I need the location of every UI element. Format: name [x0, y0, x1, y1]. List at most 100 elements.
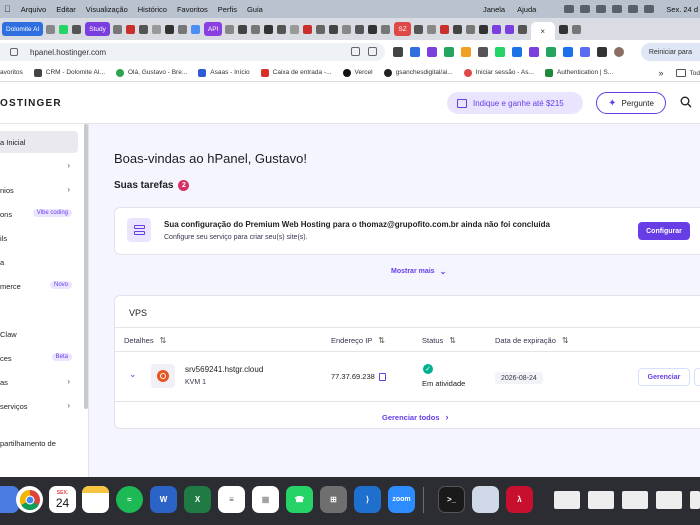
- freeform-icon[interactable]: ▦: [252, 486, 279, 513]
- tab-favicon[interactable]: [251, 24, 261, 34]
- tab-favicon[interactable]: [59, 24, 69, 34]
- minimized-window-thumbnail[interactable]: [554, 491, 580, 509]
- tab-favicon[interactable]: [177, 24, 187, 34]
- bookmark-item[interactable]: Caixa de entrada -...: [260, 68, 332, 77]
- menu-perfis[interactable]: Perfis: [218, 5, 237, 14]
- tab-favicon[interactable]: [465, 24, 475, 34]
- tab-favicon[interactable]: [355, 24, 365, 34]
- tab-favicon[interactable]: [190, 24, 200, 34]
- sidebar-item-vps[interactable]: a: [0, 251, 78, 273]
- menu-visualizacao[interactable]: Visualização: [86, 5, 128, 14]
- tab-favicon[interactable]: [517, 24, 527, 34]
- bookmarks-overflow-button[interactable]: »: [659, 68, 664, 78]
- tab-favicon[interactable]: [426, 24, 436, 34]
- menu-arquivo[interactable]: Arquivo: [21, 5, 46, 14]
- sort-icon[interactable]: ⇅: [378, 336, 385, 345]
- column-header-status[interactable]: Status ⇅: [422, 336, 456, 345]
- tab-api[interactable]: API: [203, 22, 223, 36]
- tab-favicon[interactable]: [225, 24, 235, 34]
- tab-favicon[interactable]: [46, 24, 56, 34]
- minimized-window-thumbnail[interactable]: [622, 491, 648, 509]
- bookmark-item[interactable]: Asaas - Início: [198, 68, 250, 77]
- ask-ai-button[interactable]: ✦ Pergunte: [596, 92, 666, 114]
- status-app-icon[interactable]: [564, 5, 575, 13]
- column-header-expiry[interactable]: Data de expiração ⇅: [495, 336, 569, 345]
- tab-favicon[interactable]: [452, 24, 462, 34]
- address-bar[interactable]: hpanel.hostinger.com: [0, 43, 385, 61]
- zoom-icon[interactable]: zoom: [388, 486, 415, 513]
- apple-menu-icon[interactable]: : [4, 4, 11, 14]
- sort-icon[interactable]: ⇅: [160, 336, 167, 345]
- tab-favicon[interactable]: [290, 24, 300, 34]
- tab-favicon[interactable]: [342, 24, 352, 34]
- column-header-details[interactable]: Detalhes ⇅: [124, 336, 166, 345]
- bookmark-item[interactable]: Authentication | S...: [544, 68, 613, 77]
- sidebar-item-home[interactable]: a Inicial: [0, 131, 78, 153]
- search-icon[interactable]: [628, 5, 639, 13]
- extension-icon[interactable]: [478, 47, 488, 57]
- all-bookmarks-label[interactable]: Tod: [690, 70, 700, 77]
- configure-button[interactable]: Configurar: [638, 222, 690, 240]
- bookmark-item[interactable]: avoritos: [0, 69, 23, 77]
- show-more-button[interactable]: Mostrar mais ⌄: [391, 267, 446, 276]
- tab-favicon[interactable]: [381, 24, 391, 34]
- sort-icon[interactable]: ⇅: [562, 336, 569, 345]
- tab-favicon[interactable]: [329, 24, 339, 34]
- bookmark-star-icon[interactable]: [368, 47, 377, 56]
- minimized-window-thumbnail[interactable]: [656, 491, 682, 509]
- excel-icon[interactable]: X: [184, 486, 211, 513]
- sidebar-item-domains[interactable]: nios ›: [0, 179, 78, 201]
- sidebar-item-websites[interactable]: ›: [0, 155, 78, 177]
- copy-icon[interactable]: [378, 372, 386, 381]
- manage-all-link[interactable]: Gerenciar todos ›: [382, 412, 449, 422]
- tab-favicon[interactable]: [125, 24, 135, 34]
- tab-favicon[interactable]: [151, 24, 161, 34]
- menu-historico[interactable]: Histórico: [138, 5, 167, 14]
- status-app-icon[interactable]: [580, 5, 591, 13]
- tab-favicon[interactable]: [164, 24, 174, 34]
- acrobat-icon[interactable]: λ: [506, 486, 533, 513]
- disk-utility-icon[interactable]: [472, 486, 499, 513]
- extension-icon[interactable]: [546, 47, 556, 57]
- sidebar-item-sharing[interactable]: partilhamento de: [0, 432, 78, 454]
- menu-janela[interactable]: Janela: [483, 5, 505, 14]
- extension-icon[interactable]: [563, 47, 573, 57]
- whatsapp-icon[interactable]: ☎: [286, 486, 313, 513]
- minimized-window-thumbnail[interactable]: [588, 491, 614, 509]
- tab-favicon[interactable]: [72, 24, 82, 34]
- chevron-down-icon[interactable]: ⌄: [129, 369, 137, 380]
- tab-favicon[interactable]: [138, 24, 148, 34]
- sidebar-item-horizons[interactable]: ons Vibe coding: [0, 203, 78, 225]
- menu-ajuda[interactable]: Ajuda: [517, 5, 536, 14]
- tab-favicon[interactable]: [277, 24, 287, 34]
- relaunch-button[interactable]: Reiniciar para: [640, 43, 700, 61]
- bookmark-item[interactable]: Iniciar sessão - As...: [463, 68, 534, 77]
- tab-favicon[interactable]: [478, 24, 488, 34]
- tab-favicon[interactable]: [571, 24, 581, 34]
- tab-favicon[interactable]: [368, 24, 378, 34]
- tab-sz[interactable]: SZ: [394, 22, 411, 36]
- sidebar-scrollbar[interactable]: [84, 124, 88, 409]
- more-options-button[interactable]: [694, 368, 700, 386]
- close-icon[interactable]: ×: [540, 27, 545, 36]
- bookmark-item[interactable]: Olá, Gustavo - Bre...: [116, 68, 187, 77]
- vscode-icon[interactable]: ⟩: [354, 486, 381, 513]
- cast-icon[interactable]: [351, 47, 360, 56]
- calendar-icon[interactable]: SEX. 24: [49, 486, 76, 513]
- minimized-window-thumbnail[interactable]: [690, 491, 700, 509]
- extension-icon[interactable]: [580, 47, 590, 57]
- hostinger-logo[interactable]: OSTINGER: [0, 98, 62, 109]
- tab-favicon[interactable]: [316, 24, 326, 34]
- site-info-icon[interactable]: [10, 48, 18, 56]
- column-header-ip[interactable]: Endereço IP ⇅: [331, 336, 385, 345]
- active-tab-hostinger[interactable]: ×: [530, 22, 555, 40]
- sidebar-item-blank[interactable]: [0, 299, 78, 321]
- tab-favicon[interactable]: [303, 24, 313, 34]
- menu-bar-clock[interactable]: Sex. 24 d: [666, 5, 698, 14]
- extension-icon[interactable]: [512, 47, 522, 57]
- url-text[interactable]: hpanel.hostinger.com: [30, 48, 106, 57]
- extension-icon[interactable]: [597, 47, 607, 57]
- calculator-icon[interactable]: ⊞: [320, 486, 347, 513]
- search-icon[interactable]: [680, 96, 692, 108]
- extension-icon[interactable]: [393, 47, 403, 57]
